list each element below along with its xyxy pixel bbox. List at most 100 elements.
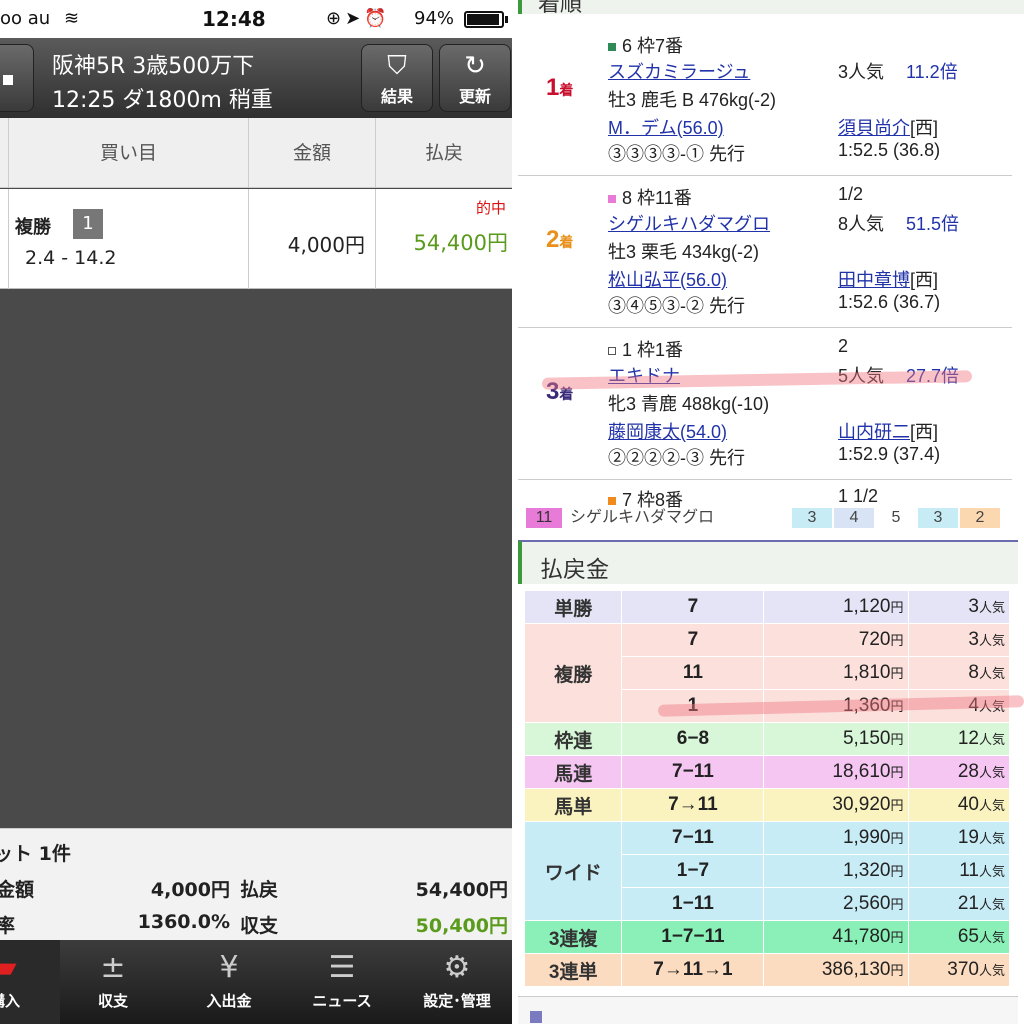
refresh-button[interactable]: ↻ 更新 bbox=[439, 44, 511, 112]
payout-table: 単勝 7 1,120円 3人気 複勝 7 720円 3人気 11 1,810円 8人気 1 1,360円… bbox=[523, 590, 1011, 987]
bet-table-header: 買い目 金額 払戻 bbox=[0, 118, 512, 188]
payout-row: 枠連 6−8 5,150円 12人気 bbox=[523, 722, 1011, 756]
payout-value: 54,400円 bbox=[413, 231, 508, 255]
yen-value: 1,810 bbox=[842, 662, 891, 683]
position-suffix: 着 bbox=[559, 82, 574, 98]
race-time: 1:52.6 (36.7) bbox=[838, 292, 941, 312]
tab-purchase[interactable]: ▰ 購入 bbox=[0, 940, 60, 1024]
jockey-link[interactable]: 松山弘平(56.0) bbox=[608, 266, 727, 292]
trainer-link[interactable]: 田中章博 bbox=[838, 270, 910, 290]
balance-label: 収支 bbox=[240, 915, 279, 937]
trainer: 須貝尚介[西] bbox=[838, 114, 938, 140]
strip-cell: 2 bbox=[960, 508, 1000, 528]
payout-row: 馬単 7→11 30,920円 40人気 bbox=[523, 788, 1011, 822]
strip-cell: 4 bbox=[834, 508, 874, 528]
tab-label: ニュース bbox=[312, 992, 372, 1010]
yen-value: 2,560 bbox=[842, 893, 891, 914]
payout-amount: 41,780円 bbox=[763, 920, 909, 954]
payout-row: ワイド 7−11 1,990円 19人気 bbox=[523, 821, 1011, 921]
yen-value: 720 bbox=[858, 629, 891, 650]
amount-label: 金額 bbox=[0, 879, 35, 901]
combination: 7→11 bbox=[621, 788, 765, 822]
result-button[interactable]: ⛉ 結果 bbox=[361, 44, 433, 112]
amount-value: 4,000円 bbox=[287, 233, 365, 257]
bet-row[interactable]: 複勝 1 2.4 - 14.2 4,000円 的中 54,400円 bbox=[0, 189, 512, 289]
tab-settings[interactable]: ⚙ 設定･管理 bbox=[402, 940, 512, 1024]
yen-value: 41,780 bbox=[832, 926, 891, 947]
horse-link[interactable]: スズカミラージュ bbox=[608, 58, 750, 84]
pop-value: 8 bbox=[968, 662, 979, 683]
tab-balance[interactable]: ± 収支 bbox=[58, 940, 168, 1024]
payout-amount: 30,920円 bbox=[763, 788, 909, 822]
payout-section-title: 払戻金 bbox=[540, 556, 609, 582]
race-time: 1:52.9 (37.4) bbox=[838, 444, 941, 464]
place-row: 8 枠11番 1/2 2着 シゲルキハダマグロ 8人気 51.5倍 牡3 栗毛 … bbox=[518, 176, 1012, 328]
margin: 1/2 bbox=[838, 184, 864, 204]
yen-unit: 円 bbox=[890, 765, 904, 780]
col-amount: 金額 bbox=[248, 118, 375, 188]
horse-info: 牝3 青鹿 488kg(-10) bbox=[608, 394, 770, 414]
battery-icon bbox=[464, 11, 504, 28]
battery-tip bbox=[505, 16, 508, 23]
strip-number: 11 bbox=[526, 508, 562, 528]
back-button[interactable] bbox=[0, 44, 34, 112]
news-icon: ☰ bbox=[328, 950, 356, 985]
strip-cell: 3 bbox=[792, 508, 832, 528]
frame-color-icon bbox=[608, 497, 616, 506]
jockey-link[interactable]: 藤岡康太(54.0) bbox=[608, 418, 727, 444]
payout-amount: 1,990円 bbox=[763, 821, 909, 855]
pop-value: 11 bbox=[959, 860, 979, 881]
pop-unit: 人気 bbox=[978, 732, 1005, 747]
yen-value: 1,990 bbox=[842, 827, 891, 848]
payout-amount: 5,150円 bbox=[763, 722, 909, 756]
bet-kind: 単勝 bbox=[523, 590, 623, 624]
place-row: 6 枠7番 1着 スズカミラージュ 3人気 11.2倍 牡3 鹿毛 B 476k… bbox=[518, 24, 1012, 176]
yen-unit: 円 bbox=[890, 831, 904, 846]
amount-total: 4,000円 bbox=[150, 879, 230, 901]
pop-value: 65 bbox=[957, 926, 979, 947]
strip-name: シゲルキハダマグロ bbox=[570, 509, 715, 526]
yen-unit: 円 bbox=[890, 666, 904, 681]
popularity-rank: 28人気 bbox=[907, 755, 1011, 789]
ticket-count: ット 1件 bbox=[0, 843, 71, 865]
trainer-link[interactable]: 山内研二 bbox=[838, 422, 910, 442]
app-header: 阪神5R 3歳500万下 12:25 ダ1800m 稍重 ⛉ 結果 ↻ 更新 bbox=[0, 38, 512, 118]
finish-position: 2着 bbox=[546, 226, 573, 254]
payout-row: 3連複 1−7−11 41,780円 65人気 bbox=[523, 920, 1011, 954]
yen-unit: 円 bbox=[890, 930, 904, 945]
race-title: 阪神5R 3歳500万下 bbox=[52, 54, 255, 79]
tab-label: 入出金 bbox=[206, 992, 252, 1010]
trainer: 田中章博[西] bbox=[838, 266, 938, 292]
combination: 7−11 bbox=[621, 821, 765, 855]
wifi-icon: ≋ bbox=[64, 8, 80, 29]
frame-label: 1 枠1番 bbox=[622, 340, 684, 360]
frame-info: 1 枠1番 bbox=[608, 336, 683, 362]
margin: 1 1/2 bbox=[838, 486, 879, 506]
strip-cell: 3 bbox=[918, 508, 958, 528]
bet-kind: 複勝 bbox=[523, 623, 623, 723]
rate-label: 率 bbox=[0, 915, 16, 937]
pop-value: 3 bbox=[968, 629, 979, 650]
payout-amount: 386,130円 bbox=[763, 953, 909, 987]
popularity: 3人気 bbox=[838, 62, 885, 82]
popularity-rank: 12人気 bbox=[907, 722, 1011, 756]
tab-deposit[interactable]: ¥ 入出金 bbox=[174, 940, 284, 1024]
passing-order: ③④⑤③-② 先行 bbox=[608, 296, 745, 316]
payout-row: 馬連 7−11 18,610円 28人気 bbox=[523, 755, 1011, 789]
refresh-label: 更新 bbox=[458, 87, 491, 106]
footer-link[interactable] bbox=[518, 996, 1018, 1024]
trainer: 山内研二[西] bbox=[838, 418, 938, 444]
amount-cell: 4,000円 bbox=[248, 189, 375, 289]
bet-kind: ワイド bbox=[523, 821, 623, 921]
status-icons: ⊕➤⏰ bbox=[326, 8, 391, 29]
horse-link[interactable]: シゲルキハダマグロ bbox=[608, 210, 770, 236]
jockey-link[interactable]: M．デム(56.0) bbox=[608, 114, 724, 140]
pop-unit: 人気 bbox=[978, 666, 1005, 681]
tab-news[interactable]: ☰ ニュース bbox=[287, 940, 397, 1024]
pop-value: 3 bbox=[968, 596, 979, 617]
yen-unit: 円 bbox=[890, 864, 904, 879]
hit-label: 的中 bbox=[475, 199, 506, 217]
trainer-link[interactable]: 須貝尚介 bbox=[838, 118, 910, 138]
frame-color-icon bbox=[608, 43, 616, 52]
tab-label: 設定･管理 bbox=[423, 992, 491, 1010]
